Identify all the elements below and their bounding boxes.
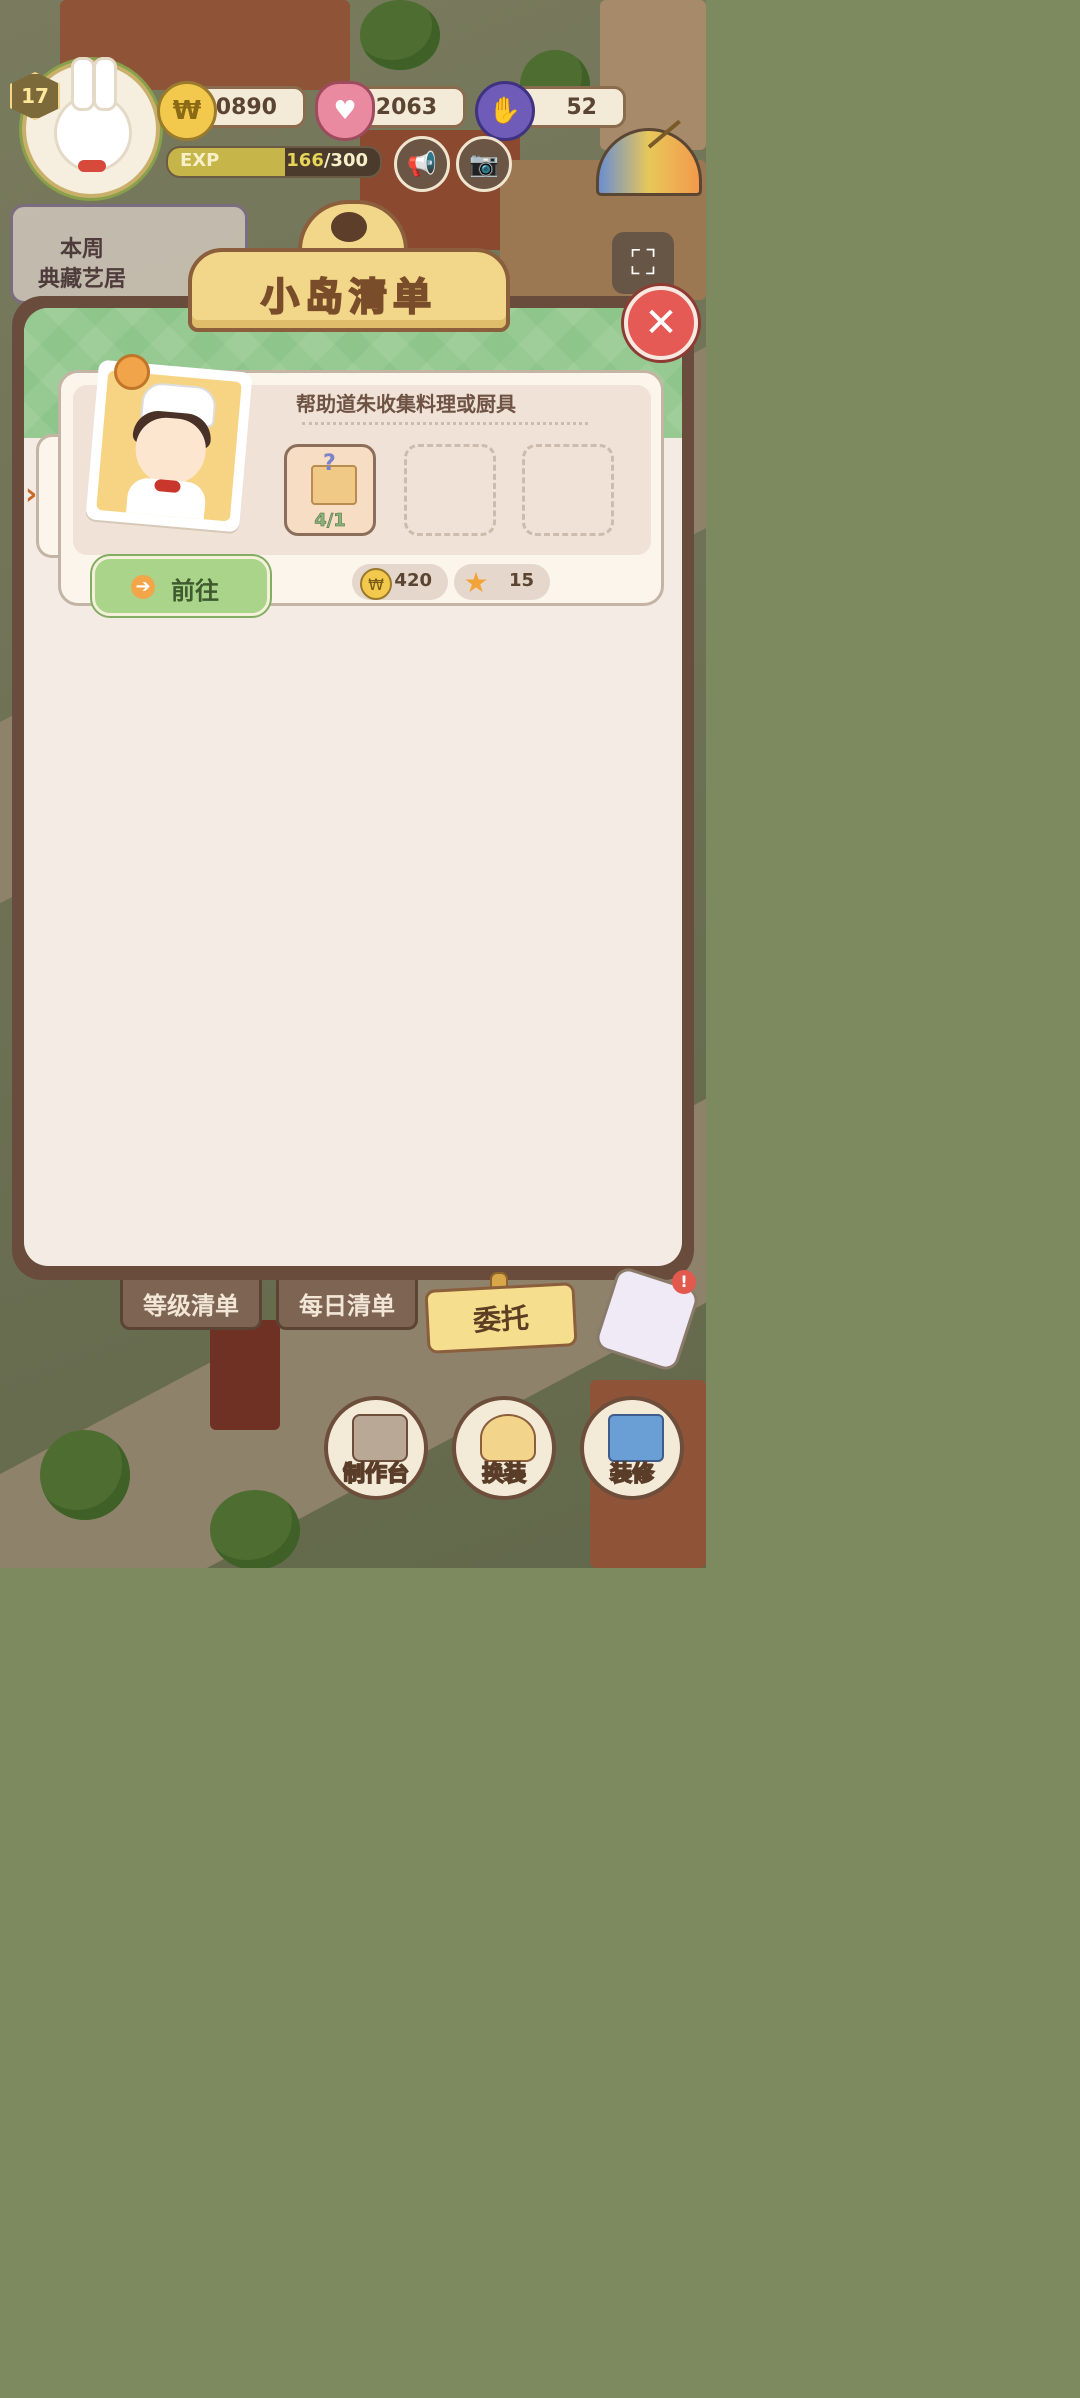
weekly-collection-label: 本周 典藏艺居 xyxy=(37,237,126,292)
tab-commission[interactable]: 委托 xyxy=(424,1282,578,1354)
tab-daily-list[interactable]: 每日清单 xyxy=(276,1280,418,1330)
chevron-right-icon: › xyxy=(25,477,38,512)
reward-coin-value: 420 xyxy=(394,570,432,591)
dress-button[interactable]: 换装 xyxy=(452,1396,556,1500)
camera-icon: 📷 xyxy=(469,150,499,178)
coin-icon: ₩ xyxy=(157,81,217,141)
item-slot-empty xyxy=(404,444,496,536)
paint-roller-icon xyxy=(608,1414,664,1462)
dress-label: 换装 xyxy=(481,1461,527,1488)
question-mark-icon: ? xyxy=(323,451,336,476)
go-button[interactable]: ➔ 前往 xyxy=(92,556,270,616)
announcement-button[interactable]: 📢 xyxy=(394,136,450,192)
tab-level-list[interactable]: 等级清单 xyxy=(120,1280,262,1330)
divider xyxy=(302,422,588,425)
item-count: 4/1 xyxy=(314,510,346,532)
exp-bar: EXP 166/300 xyxy=(166,146,382,178)
craft-label: 制作台 xyxy=(342,1461,410,1488)
shirt-icon xyxy=(480,1414,536,1462)
glove-icon: ✋ xyxy=(475,81,535,141)
decorate-button[interactable]: 装修 xyxy=(580,1396,684,1500)
camera-button[interactable]: 📷 xyxy=(456,136,512,192)
task-description: 帮助道朱收集料理或厨具 xyxy=(296,392,516,416)
star-icon: ★ xyxy=(463,565,489,599)
arrow-right-icon: ➔ xyxy=(131,575,155,599)
level-value: 17 xyxy=(21,84,49,108)
exp-label: EXP xyxy=(180,150,220,171)
close-button[interactable]: ✕ xyxy=(624,286,698,360)
megaphone-icon: 📢 xyxy=(407,150,437,178)
pushpin-icon xyxy=(114,354,150,390)
exp-value: 166/300 xyxy=(286,150,368,171)
item-slot-mystery[interactable]: ? 4/1 xyxy=(284,444,376,536)
fullscreen-icon: ⛶ xyxy=(631,243,655,283)
glove-counter[interactable]: ✋ 52 xyxy=(475,81,626,141)
reward-coins: ₩ 420 xyxy=(352,564,448,600)
heart-icon: ♥ xyxy=(315,81,375,141)
decorate-label: 装修 xyxy=(609,1461,655,1488)
coin-icon: ₩ xyxy=(360,568,392,600)
heart-value: 2063 xyxy=(375,94,437,120)
coin-counter[interactable]: ₩ 10890 xyxy=(157,81,306,141)
close-icon: ✕ xyxy=(644,300,678,346)
item-slot-empty xyxy=(522,444,614,536)
glove-value: 52 xyxy=(566,94,597,120)
reward-stars: ★ 15 xyxy=(454,564,550,600)
craft-button[interactable]: 制作台 xyxy=(324,1396,428,1500)
heart-counter[interactable]: ♥ 2063 xyxy=(315,81,466,141)
reward-star-value: 15 xyxy=(508,570,534,591)
workbench-icon xyxy=(352,1414,408,1462)
alert-badge-icon: ! xyxy=(672,1270,696,1294)
go-label: 前往 xyxy=(171,577,219,605)
panel-title-plate: 小岛清单 xyxy=(188,200,510,332)
fullscreen-button[interactable]: ⛶ xyxy=(612,232,674,294)
npc-portrait xyxy=(85,359,253,533)
panel-title: 小岛清单 xyxy=(260,274,437,320)
